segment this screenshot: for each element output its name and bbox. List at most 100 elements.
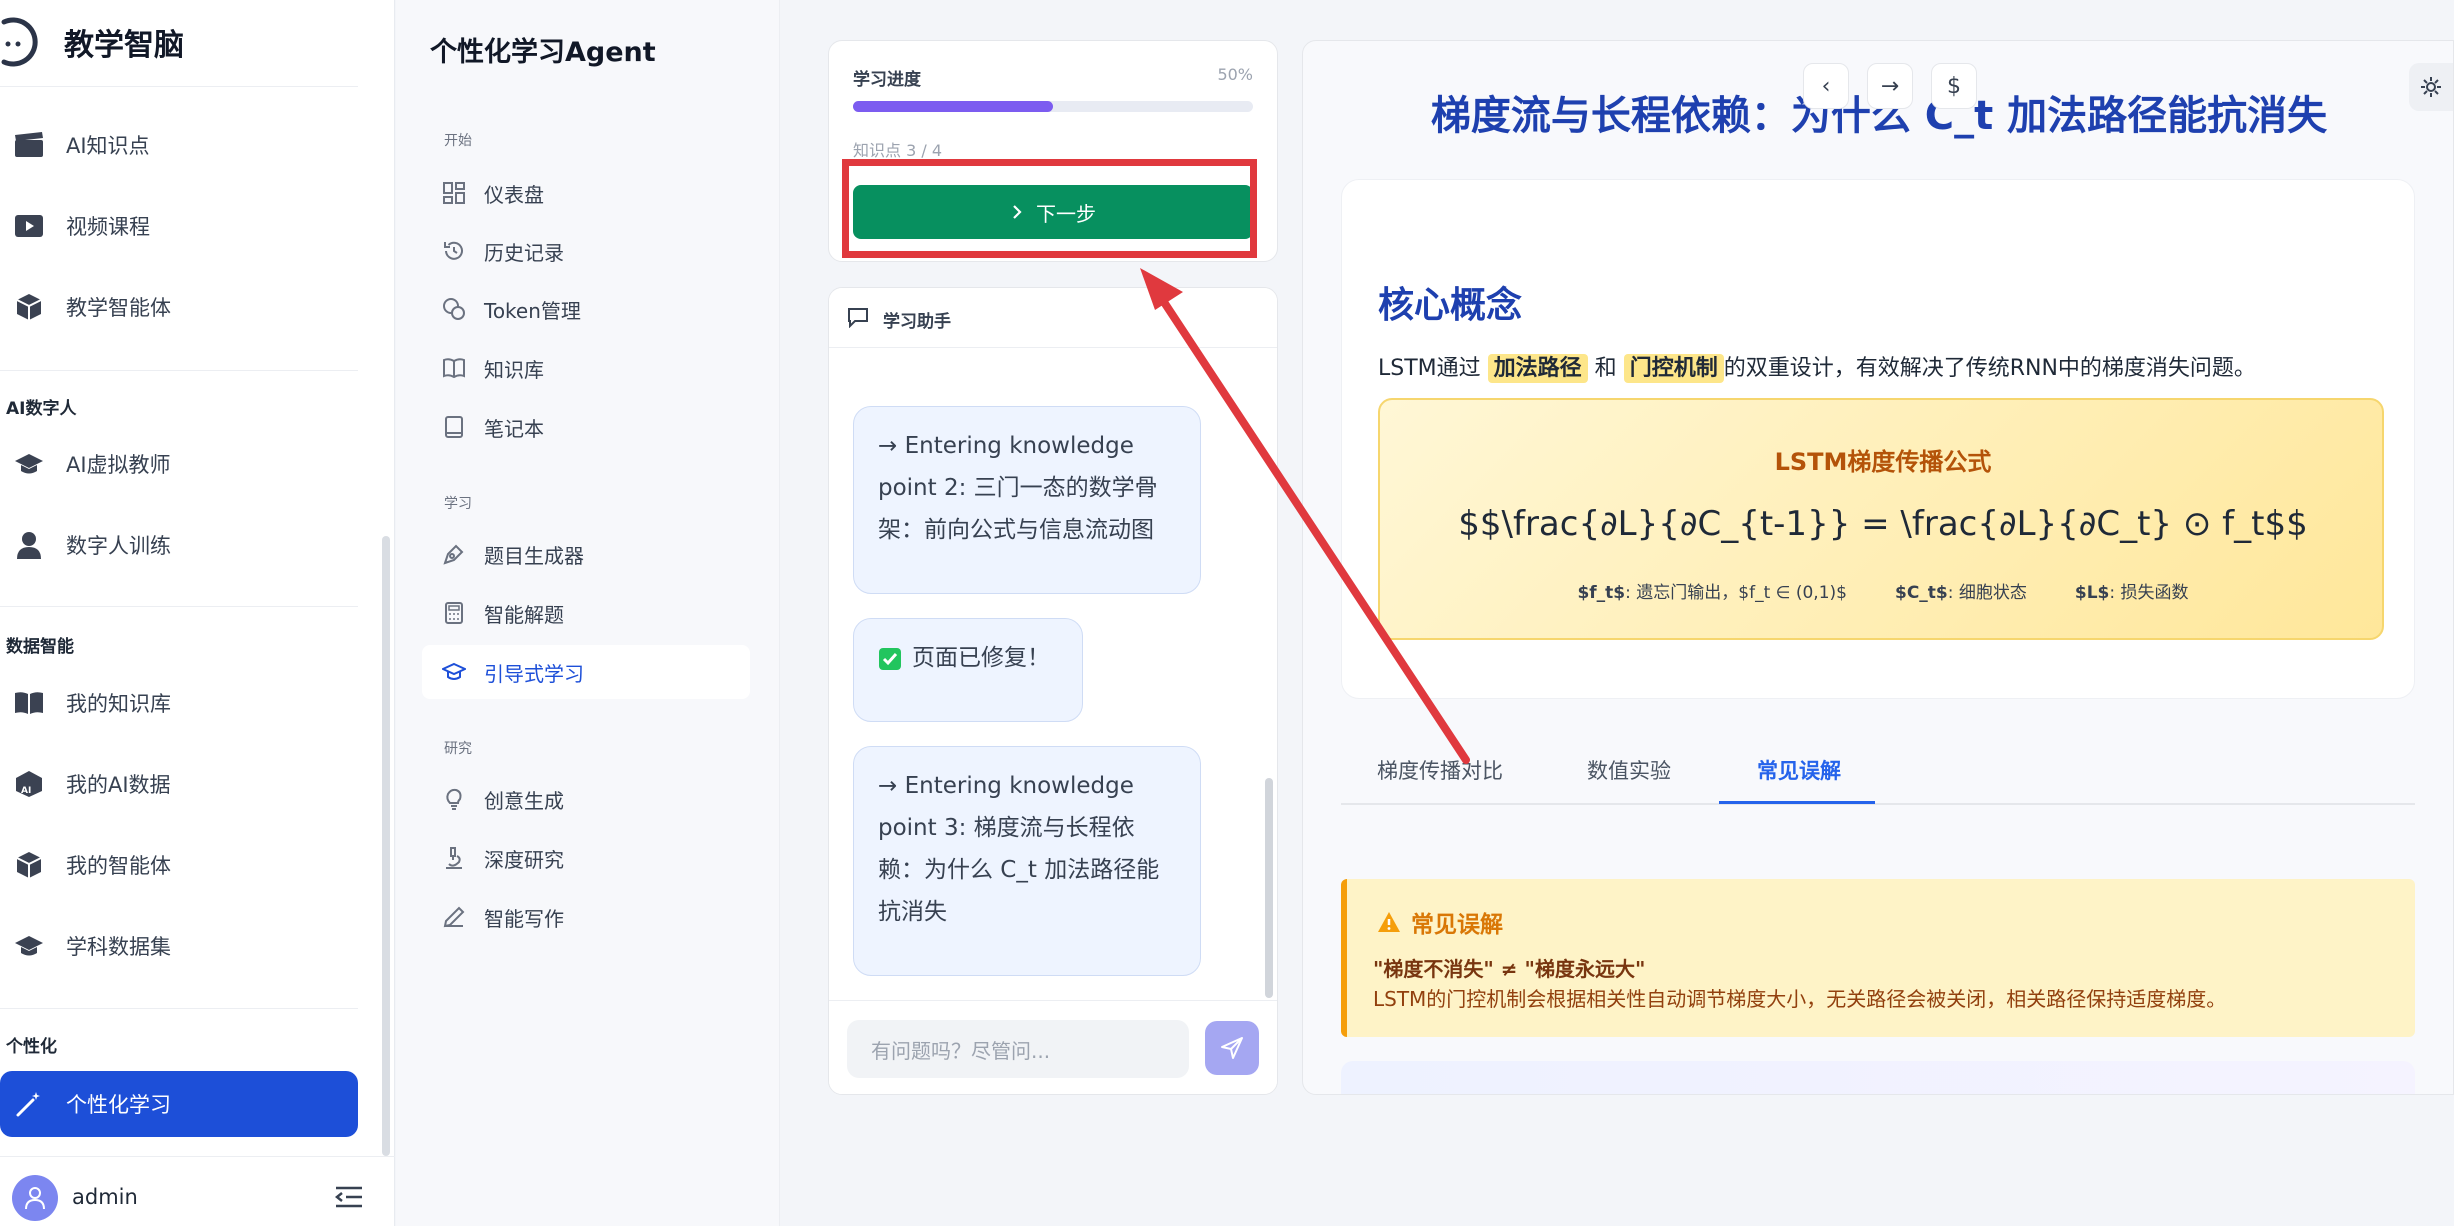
subnav-item-smart-solver[interactable]: 智能解题	[422, 586, 750, 640]
sidebar-item-label: 我的智能体	[66, 854, 171, 878]
next-section-card	[1341, 1061, 2415, 1094]
sidebar-item-my-knowledge-base[interactable]: 我的知识库	[0, 670, 358, 736]
concept-text: LSTM通过 加法路径 和 门控机制 的双重设计，有效解决了传统RNN中的梯度消失…	[1378, 350, 2256, 383]
sidebar-item-label: 我的AI数据	[66, 773, 171, 797]
formula-latex: $$\frac{∂L}{∂C_{t-1}} = \frac{∂L}{∂C_t} …	[1458, 504, 2308, 544]
dashboard-icon	[442, 181, 466, 205]
subnav-item-label: 智能解题	[484, 602, 564, 627]
sidebar-item-label: 学科数据集	[66, 935, 171, 959]
subnav-item-smart-writing[interactable]: 智能写作	[422, 890, 750, 944]
formula-legend: $f_t$: 遗忘门输出，$f_t ∈ (0,1)$ $C_t$: 细胞状态 $…	[1380, 578, 2386, 603]
bug-settings-button[interactable]	[2409, 63, 2453, 111]
subnav-item-label: 知识库	[484, 357, 544, 382]
sidebar-item-ai-knowledge[interactable]: AI知识点	[0, 112, 358, 178]
sidebar-item-label: 个性化学习	[66, 1093, 171, 1117]
subnav-item-label: 深度研究	[484, 847, 564, 872]
subnav-section-learning: 学习	[444, 496, 472, 512]
user-bar: admin	[0, 1156, 395, 1226]
microscope-icon	[442, 846, 466, 870]
tab-numerical-experiment[interactable]: 数值实验	[1587, 755, 1671, 785]
notebook-icon	[442, 415, 466, 439]
sidebar-item-personalized-learning[interactable]: 个性化学习	[0, 1071, 358, 1137]
concept-text-mid: 和	[1594, 356, 1617, 381]
highlight-additive-path: 加法路径	[1487, 354, 1588, 383]
sidebar-item-label: AI知识点	[66, 134, 150, 158]
sidebar-item-video-courses[interactable]: 视频课程	[0, 193, 358, 259]
core-concept-card: 核心概念 LSTM通过 加法路径 和 门控机制 的双重设计，有效解决了传统RNN中…	[1341, 179, 2415, 699]
highlight-gating: 门控机制	[1623, 354, 1724, 383]
brand-logo-icon	[0, 14, 50, 70]
user-name: admin	[72, 1185, 138, 1209]
pen-tool-icon	[442, 542, 466, 566]
legend-item: $f_t$: 遗忘门输出，$f_t ∈ (0,1)$	[1577, 583, 1847, 603]
sidebar-item-subject-datasets[interactable]: 学科数据集	[0, 913, 358, 979]
person-icon	[14, 531, 44, 559]
chat-input[interactable]: 有问题吗？尽管问...	[847, 1020, 1189, 1078]
subnav-item-creative-generation[interactable]: 创意生成	[422, 772, 750, 826]
sidebar-item-digital-human-training[interactable]: 数字人训练	[0, 512, 358, 578]
coins-icon	[442, 297, 466, 321]
magic-wand-icon	[14, 1090, 44, 1118]
divider	[0, 606, 358, 607]
subnav-item-question-generator[interactable]: 题目生成器	[422, 527, 750, 581]
divider	[0, 1008, 358, 1009]
subnav-item-guided-learning[interactable]: 引导式学习	[422, 645, 750, 699]
subnav-item-history[interactable]: 历史记录	[422, 224, 750, 278]
sidebar-scrollbar[interactable]	[382, 536, 390, 1156]
subnav-item-dashboard[interactable]: 仪表盘	[422, 166, 750, 220]
subnav-item-token[interactable]: Token管理	[422, 282, 750, 336]
subnav-item-deep-research[interactable]: 深度研究	[422, 831, 750, 885]
sidebar-item-label: 视频课程	[66, 215, 150, 239]
chat-message: → Entering knowledge point 3: 梯度流与长程依赖：为…	[853, 746, 1201, 976]
brand[interactable]: 教学智脑	[0, 14, 184, 70]
dollar-button[interactable]: $	[1931, 63, 1977, 109]
formula-box: LSTM梯度传播公式 $$\frac{∂L}{∂C_{t-1}} = \frac…	[1378, 398, 2384, 640]
sidebar-item-teaching-agent[interactable]: 教学智能体	[0, 274, 358, 340]
cube-icon	[14, 851, 44, 879]
graduation-cap-icon	[14, 450, 44, 478]
legend-item: $L$: 损失函数	[2074, 583, 2189, 603]
chat-message-text: 页面已修复！	[912, 645, 1050, 671]
progress-label: 学习进度	[853, 70, 921, 90]
subnav-item-label: 题目生成器	[484, 543, 584, 568]
subnav-item-label: 笔记本	[484, 416, 544, 441]
warning-icon	[1377, 911, 1401, 933]
cube-icon	[14, 293, 44, 321]
sidebar-item-my-ai-data[interactable]: AI 我的AI数据	[0, 751, 358, 817]
concept-title: 核心概念	[1378, 285, 1523, 326]
lesson-nav: ‹ → $	[1803, 63, 1977, 109]
next-button[interactable]: →	[1867, 63, 1913, 109]
learning-assistant-panel: 学习助手 → Entering knowledge point 2: 三门一态的…	[828, 287, 1278, 1095]
section-title-data-intelligence: 数据智能	[6, 637, 74, 657]
clapperboard-icon	[14, 131, 44, 159]
check-icon	[878, 647, 902, 671]
user-icon	[25, 1187, 45, 1210]
subnav-item-label: Token管理	[484, 298, 581, 323]
chat-header: 学习助手	[829, 288, 1277, 348]
tab-common-misconceptions[interactable]: 常见误解	[1757, 755, 1841, 785]
agent-subnav: 个性化学习Agent 开始 仪表盘 历史记录 Token管理 知识库 笔记本 学…	[396, 0, 780, 1226]
tab-gradient-comparison[interactable]: 梯度传播对比	[1377, 755, 1503, 785]
book-open-icon	[14, 689, 44, 717]
lesson-tabs: 梯度传播对比 数值实验 常见误解	[1341, 741, 2415, 805]
sidebar-item-my-agent[interactable]: 我的智能体	[0, 832, 358, 898]
subnav-item-notebook[interactable]: 笔记本	[422, 400, 750, 454]
gear-icon	[2421, 77, 2441, 97]
concept-text-pre: LSTM通过	[1378, 356, 1481, 381]
section-title-personalized: 个性化	[6, 1037, 57, 1057]
brand-title: 教学智脑	[64, 28, 184, 63]
avatar[interactable]	[12, 1175, 58, 1221]
send-button[interactable]	[1205, 1021, 1259, 1075]
callout-body: LSTM的门控机制会根据相关性自动调节梯度大小，无关路径会被关闭，相关路径保持适…	[1373, 987, 2227, 1011]
divider	[0, 86, 358, 87]
chat-scrollbar[interactable]	[1265, 778, 1273, 998]
misconception-callout: 常见误解 "梯度不消失" ≠ "梯度永远大" LSTM的门控机制会根据相关性自动…	[1341, 879, 2415, 1037]
collapse-menu-icon[interactable]	[334, 1185, 364, 1209]
progress-percent: 50%	[1217, 65, 1253, 84]
subnav-item-label: 引导式学习	[484, 661, 584, 686]
video-play-icon	[14, 212, 44, 240]
prev-button[interactable]: ‹	[1803, 63, 1849, 109]
sidebar-item-ai-virtual-teacher[interactable]: AI虚拟教师	[0, 431, 358, 497]
subnav-item-knowledge-base[interactable]: 知识库	[422, 341, 750, 395]
ai-cube-icon: AI	[14, 770, 44, 798]
